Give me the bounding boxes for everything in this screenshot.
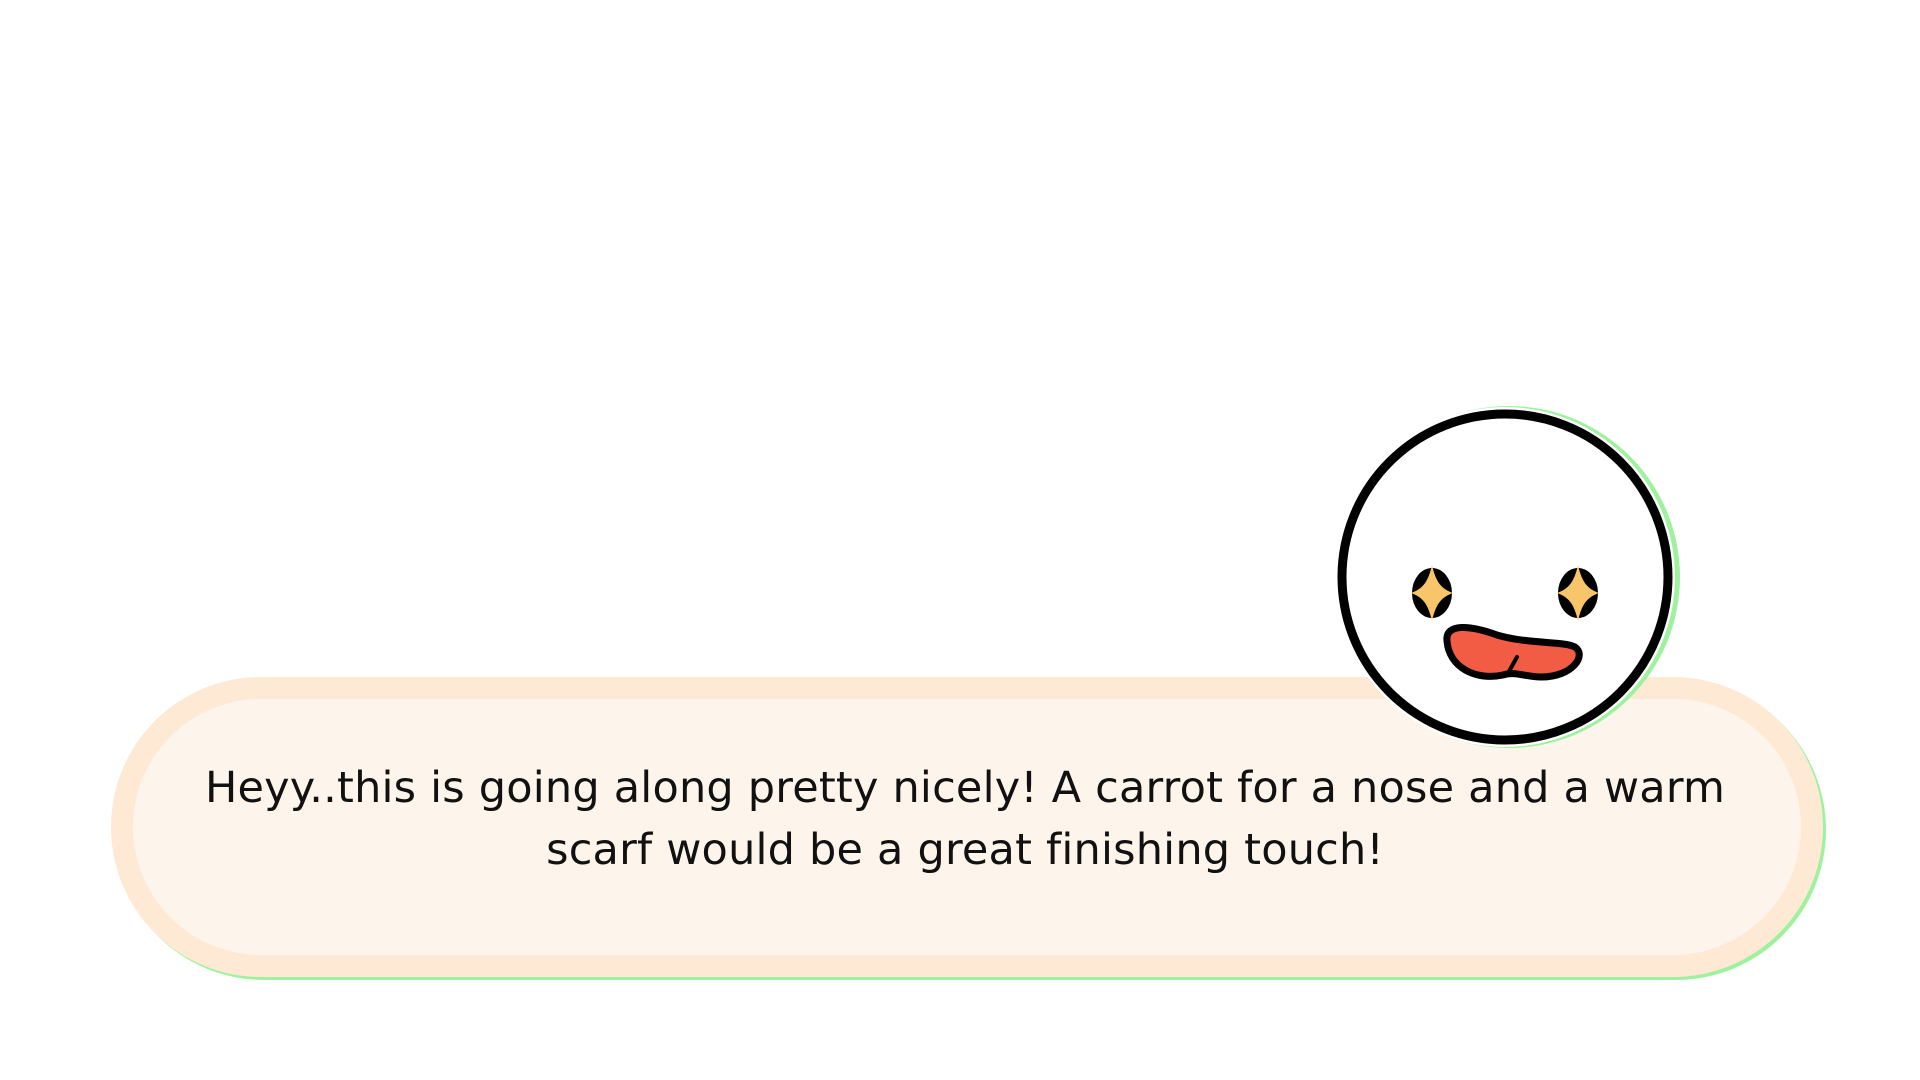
dialog-text: Heyy..this is going along pretty nicely!… [204, 763, 1726, 875]
avatar-head [1337, 409, 1673, 745]
snowman-face-icon [1335, 406, 1680, 748]
game-scene: Heyy..this is going along pretty nicely!… [0, 0, 1920, 1080]
